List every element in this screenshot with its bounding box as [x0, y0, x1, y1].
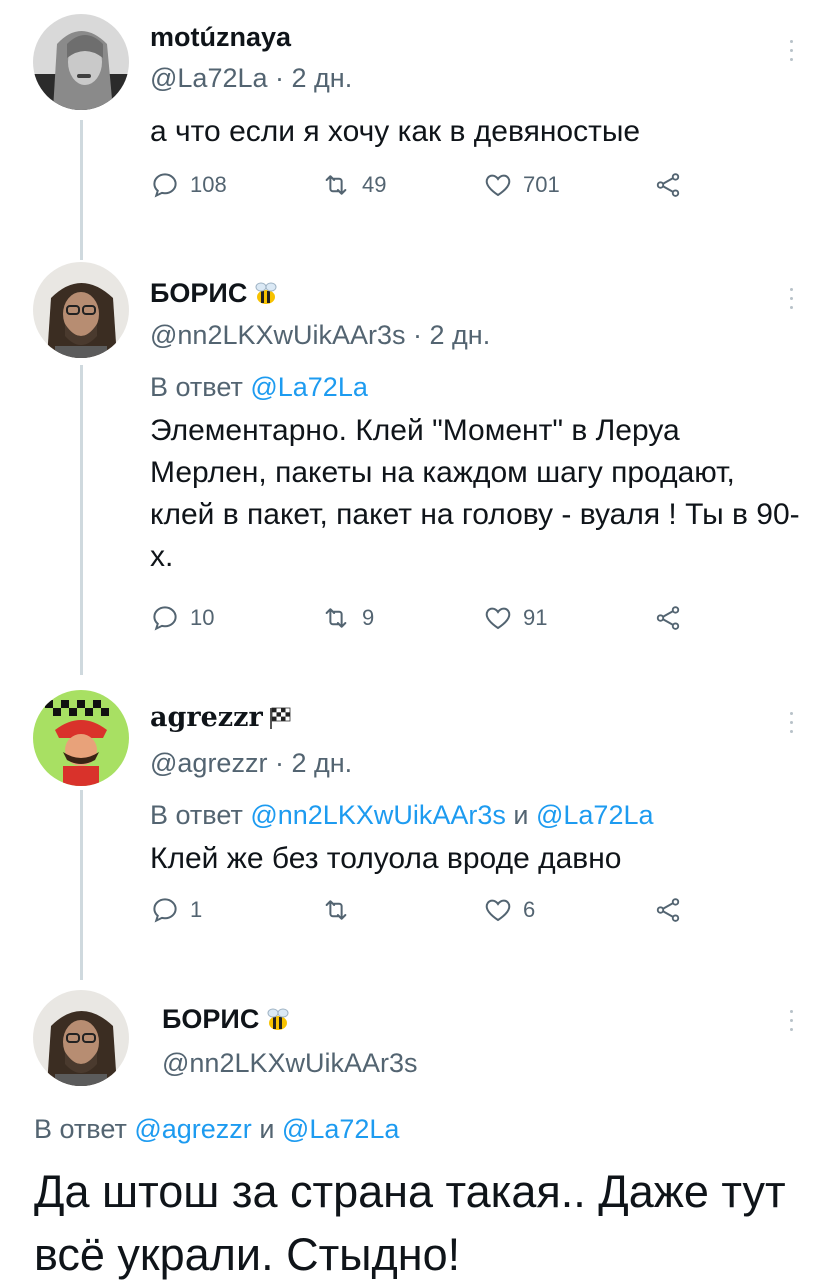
mention-link[interactable]: @nn2LKXwUikAAr3s: [250, 800, 506, 830]
tweet-text: Элементарно. Клей "Момент" в Леруа Мерле…: [150, 414, 800, 573]
reply-prefix: В ответ: [150, 372, 243, 402]
author-name[interactable]: БОРИС: [150, 278, 247, 309]
like-button[interactable]: 6: [483, 895, 535, 925]
handle-time: @nn2LKXwUikAAr3s · 2 дн.: [150, 320, 490, 351]
heart-icon: [485, 174, 511, 197]
author-name[interactable]: БОРИС: [162, 1004, 259, 1035]
reply-count: 10: [190, 605, 215, 630]
checkered-flag-icon: [269, 707, 291, 729]
reply-context: В ответ @La72La: [150, 372, 368, 403]
reply-count: 1: [190, 897, 203, 922]
reply-context: В ответ @nn2LKXwUikAAr3s и @La72La: [150, 800, 654, 831]
action-bar: 108 49 701: [150, 170, 690, 210]
share-button[interactable]: [652, 603, 684, 633]
retweet-button[interactable]: 9: [320, 603, 374, 633]
mention-link[interactable]: @agrezzr: [134, 1114, 251, 1144]
more-options-icon[interactable]: [789, 712, 795, 739]
share-button[interactable]: [652, 895, 684, 925]
thread-line: [80, 790, 83, 980]
share-icon: [656, 173, 680, 197]
avatar[interactable]: [33, 262, 129, 358]
tweet-text: Клей же без толуола вроде давно: [150, 842, 622, 875]
reply-joiner: и: [259, 1114, 275, 1144]
reply-icon: [153, 173, 177, 198]
tweet-time[interactable]: · 2 дн.: [275, 748, 352, 778]
author-handle[interactable]: @La72La: [150, 63, 268, 93]
retweet-icon: [325, 900, 347, 920]
tweet-time[interactable]: · 2 дн.: [275, 63, 352, 93]
reply-icon: [153, 898, 177, 923]
reply-prefix: В ответ: [150, 800, 243, 830]
reply-button[interactable]: 108: [150, 170, 227, 200]
author-handle[interactable]: @nn2LKXwUikAAr3s: [162, 1048, 418, 1078]
share-button[interactable]: [652, 170, 684, 200]
handle-time: @La72La · 2 дн.: [150, 63, 352, 94]
retweet-count: 49: [362, 172, 387, 197]
share-icon: [656, 898, 680, 922]
tweet-text: Да штош за страна такая.. Даже тут всё у…: [34, 1166, 786, 1280]
reply-prefix: В ответ: [34, 1114, 127, 1144]
like-count: 91: [523, 605, 548, 630]
tweet-text: а что если я хочу как в девяностые: [150, 115, 641, 148]
like-button[interactable]: 701: [483, 170, 560, 200]
thread-line: [80, 120, 83, 260]
retweet-count: 9: [362, 605, 375, 630]
reply-count: 108: [190, 172, 227, 197]
author-name-row: БОРИС: [162, 1004, 293, 1035]
author-handle[interactable]: @nn2LKXwUikAAr3s: [150, 320, 406, 350]
reply-context: В ответ @agrezzr и @La72La: [34, 1114, 399, 1145]
like-count: 701: [523, 172, 560, 197]
retweet-icon: [325, 175, 347, 195]
like-count: 6: [523, 897, 536, 922]
heart-icon: [485, 899, 511, 922]
tweet-time[interactable]: · 2 дн.: [413, 320, 490, 350]
mention-link[interactable]: @La72La: [282, 1114, 400, 1144]
retweet-icon: [325, 608, 347, 628]
author-handle[interactable]: @agrezzr: [150, 748, 267, 778]
heart-icon: [485, 607, 511, 630]
action-bar: 10 9 91: [150, 603, 690, 643]
avatar[interactable]: [33, 690, 129, 786]
bee-icon: [267, 1008, 289, 1030]
handle: @nn2LKXwUikAAr3s: [162, 1048, 418, 1079]
share-icon: [656, 606, 680, 630]
thread-line: [80, 365, 83, 675]
action-bar: 1 6: [150, 895, 690, 935]
retweet-button[interactable]: 49: [320, 170, 386, 200]
reply-button[interactable]: 10: [150, 603, 214, 633]
reply-icon: [153, 606, 177, 631]
mention-link[interactable]: @La72La: [536, 800, 654, 830]
handle-time: @agrezzr · 2 дн.: [150, 748, 352, 779]
author-name-row: motúznaya: [150, 22, 291, 53]
author-name-row: БОРИС: [150, 278, 281, 309]
more-options-icon[interactable]: [789, 1010, 795, 1037]
author-name-row: agrezzr: [150, 702, 293, 733]
avatar[interactable]: [33, 990, 129, 1086]
reply-joiner: и: [513, 800, 529, 830]
bee-icon: [255, 282, 277, 304]
like-button[interactable]: 91: [483, 603, 547, 633]
mention-link[interactable]: @La72La: [250, 372, 368, 402]
author-name[interactable]: motúznaya: [150, 22, 291, 53]
author-name[interactable]: agrezzr: [150, 702, 263, 733]
reply-button[interactable]: 1: [150, 895, 202, 925]
retweet-button[interactable]: [320, 895, 362, 925]
more-options-icon[interactable]: [789, 288, 795, 315]
more-options-icon[interactable]: [789, 40, 795, 67]
avatar[interactable]: [33, 14, 129, 110]
